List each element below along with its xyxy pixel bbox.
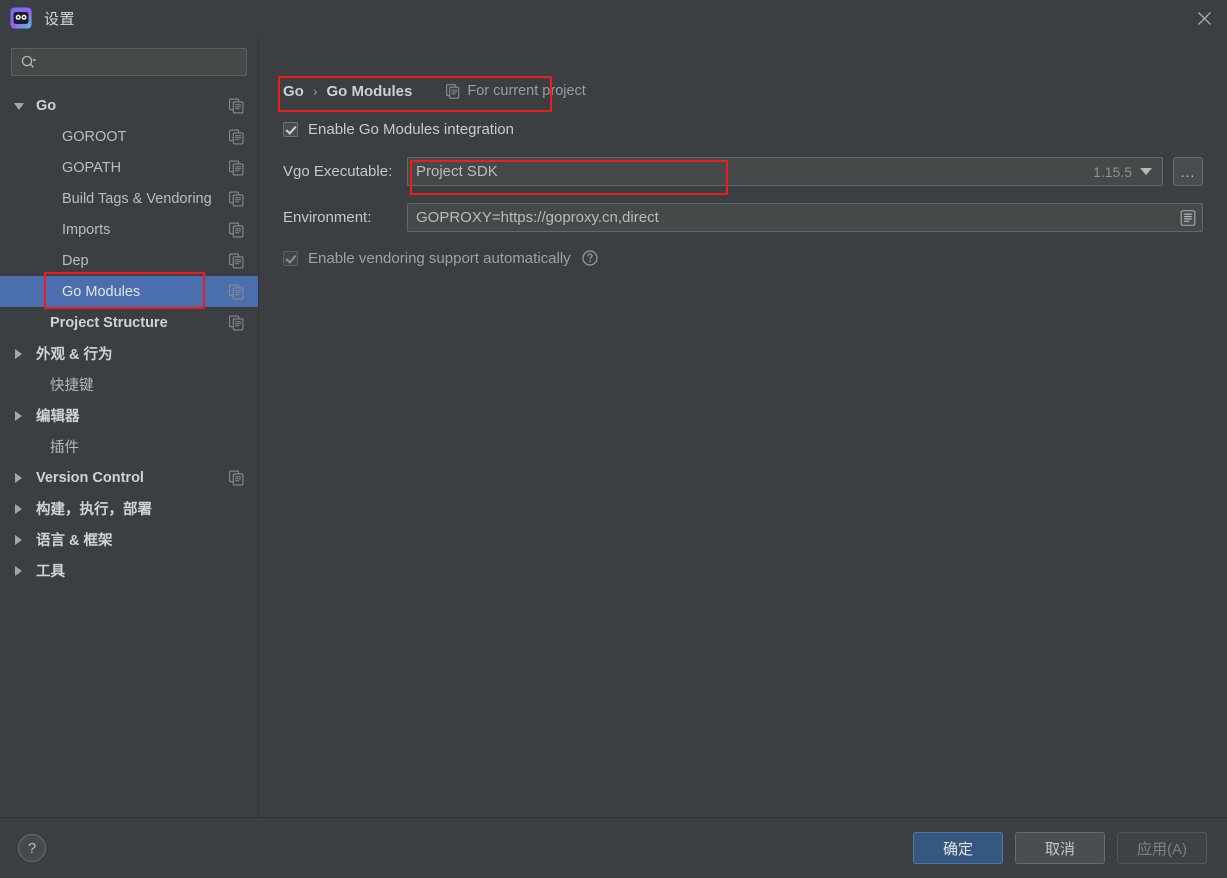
sidebar-item-label: GOROOT (62, 128, 127, 145)
sidebar-item-[interactable]: 外观 & 行为 (0, 338, 258, 369)
copy-scope-icon (446, 83, 460, 99)
copy-settings-icon[interactable] (229, 222, 244, 237)
environment-label: Environment: (283, 209, 372, 226)
copy-settings-icon[interactable] (229, 129, 244, 144)
dialog-body: Go GOROOT GOPATH Build Tags & Vendoring Impo… (0, 36, 1227, 817)
sidebar-item-[interactable]: 插件 (0, 431, 258, 462)
ok-button[interactable]: 确定 (913, 832, 1003, 864)
title-bar: 设置 (0, 0, 1227, 36)
copy-settings-icon[interactable] (229, 253, 244, 268)
sidebar-item-label: 插件 (50, 440, 79, 456)
window-title: 设置 (44, 10, 76, 28)
question-circle-icon[interactable] (582, 250, 598, 266)
sidebar-item-gopath[interactable]: GOPATH (0, 152, 258, 183)
sidebar-item-label: 语言 & 框架 (36, 533, 113, 549)
copy-settings-icon[interactable] (229, 191, 244, 206)
vgo-version-label: 1.15.5 (1093, 163, 1132, 180)
vgo-executable-label: Vgo Executable: (283, 163, 393, 180)
chevron-right-icon[interactable] (14, 533, 28, 547)
copy-settings-icon[interactable] (229, 98, 244, 113)
vgo-executable-row: Vgo Executable: Project SDK 1.15.5 ... (283, 157, 1203, 186)
sidebar-item-label: 构建，执行，部署 (36, 502, 152, 518)
chevron-right-icon[interactable] (14, 347, 28, 361)
breadcrumb-root[interactable]: Go (283, 83, 304, 100)
enable-go-modules-checkbox[interactable] (283, 121, 298, 137)
cancel-button[interactable]: 取消 (1015, 832, 1105, 864)
sidebar-item-label: 快捷键 (50, 378, 94, 394)
vendoring-row[interactable]: Enable vendoring support automatically (283, 247, 1203, 269)
sidebar-item-label: Go (36, 97, 57, 114)
sidebar-item-version-control[interactable]: Version Control (0, 462, 258, 493)
settings-dialog: 设置 Go GOROOT GOPATH Build Tags & Vendori… (0, 0, 1227, 878)
sidebar-item-label: Project Structure (50, 314, 168, 331)
breadcrumb: Go › Go Modules For current project (283, 80, 1203, 102)
sidebar-item-label: 编辑器 (36, 409, 80, 425)
chevron-down-icon[interactable] (14, 99, 28, 113)
browse-button[interactable]: ... (1173, 157, 1203, 186)
copy-settings-icon[interactable] (229, 160, 244, 175)
vendoring-label: Enable vendoring support automatically (308, 249, 571, 267)
sidebar-item-goroot[interactable]: GOROOT (0, 121, 258, 152)
sidebar-item-label: Go Modules (62, 283, 141, 300)
copy-settings-icon[interactable] (229, 470, 244, 485)
sidebar-item-dep[interactable]: Dep (0, 245, 258, 276)
settings-main-panel: Go › Go Modules For current project Enab… (259, 36, 1227, 817)
sidebar-item-label: Version Control (36, 469, 144, 486)
sidebar-item-project-structure[interactable]: Project Structure (0, 307, 258, 338)
environment-value: GOPROXY=https://goproxy.cn,direct (416, 209, 659, 226)
settings-tree: Go GOROOT GOPATH Build Tags & Vendoring Impo… (0, 90, 258, 586)
breadcrumb-separator: › (312, 83, 318, 99)
vgo-executable-value: Project SDK (416, 163, 498, 180)
sidebar-item-[interactable]: 构建，执行，部署 (0, 493, 258, 524)
search-icon (20, 54, 38, 70)
sidebar-item-imports[interactable]: Imports (0, 214, 258, 245)
sidebar-item-go-modules[interactable]: Go Modules (0, 276, 258, 307)
enable-go-modules-row[interactable]: Enable Go Modules integration (283, 118, 1203, 140)
enable-go-modules-label: Enable Go Modules integration (308, 120, 514, 138)
dialog-footer: ? 确定 取消 应用(A) (0, 817, 1227, 878)
document-edit-icon[interactable] (1180, 209, 1196, 226)
chevron-right-icon[interactable] (14, 409, 28, 423)
sidebar-item-[interactable]: 快捷键 (0, 369, 258, 400)
goland-logo-icon (10, 7, 32, 29)
search-wrapper (0, 46, 258, 76)
sidebar-item-[interactable]: 工具 (0, 555, 258, 586)
sidebar-item-[interactable]: 语言 & 框架 (0, 524, 258, 555)
close-icon[interactable] (1181, 0, 1227, 36)
help-button[interactable]: ? (18, 834, 46, 862)
sidebar-item-[interactable]: 编辑器 (0, 400, 258, 431)
breadcrumb-current: Go Modules (326, 82, 413, 100)
dialog-button-group: 确定 取消 应用(A) (913, 832, 1207, 864)
chevron-right-icon[interactable] (14, 502, 28, 516)
chevron-right-icon[interactable] (14, 564, 28, 578)
environment-input[interactable]: GOPROXY=https://goproxy.cn,direct (407, 203, 1203, 232)
sidebar-item-label: GOPATH (62, 159, 122, 176)
scope-label: For current project (467, 83, 586, 99)
settings-sidebar: Go GOROOT GOPATH Build Tags & Vendoring Impo… (0, 36, 259, 817)
sidebar-item-label: Imports (62, 221, 111, 238)
search-input[interactable] (38, 54, 246, 70)
environment-row: Environment: GOPROXY=https://goproxy.cn,… (283, 203, 1203, 232)
vgo-executable-input[interactable]: Project SDK 1.15.5 (407, 157, 1163, 186)
scope-indicator: For current project (446, 83, 586, 99)
sidebar-item-label: Dep (62, 252, 89, 269)
copy-settings-icon[interactable] (229, 284, 244, 299)
copy-settings-icon[interactable] (229, 315, 244, 330)
search-box[interactable] (11, 48, 247, 76)
vendoring-checkbox[interactable] (283, 250, 298, 266)
chevron-right-icon[interactable] (14, 471, 28, 485)
sidebar-item-go[interactable]: Go (0, 90, 258, 121)
sidebar-item-label: 外观 & 行为 (36, 347, 113, 363)
chevron-down-icon[interactable] (1140, 168, 1152, 175)
apply-button[interactable]: 应用(A) (1117, 832, 1207, 864)
sidebar-item-label: 工具 (36, 564, 65, 580)
sidebar-item-label: Build Tags & Vendoring (62, 190, 212, 207)
sidebar-item-build-tags-vendoring[interactable]: Build Tags & Vendoring (0, 183, 258, 214)
